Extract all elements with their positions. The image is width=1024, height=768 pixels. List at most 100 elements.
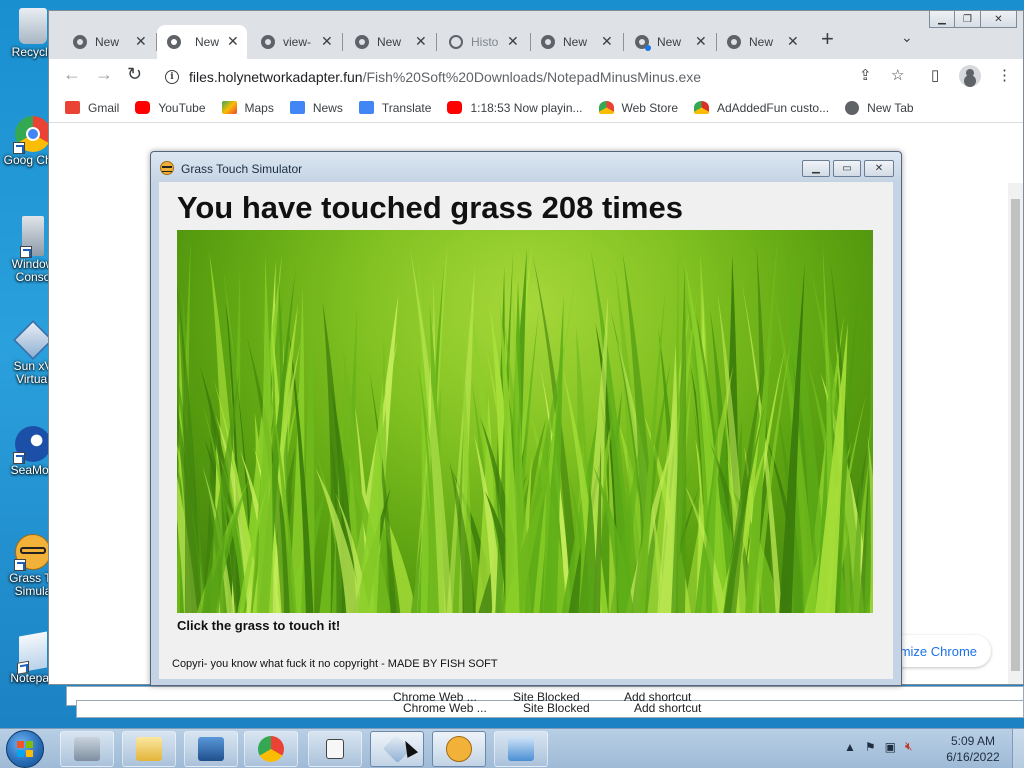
gmail-icon xyxy=(65,101,80,114)
tab-new-2[interactable]: New ✕ xyxy=(157,25,247,59)
taskbar-grass-touch-simulator[interactable] xyxy=(432,731,486,767)
volume-muted-icon[interactable]: 🔇︎ xyxy=(905,739,913,754)
tab-title: New xyxy=(377,35,402,49)
reload-icon[interactable]: ↻ xyxy=(127,64,142,85)
action-center-flag-icon[interactable]: ⚑ xyxy=(865,740,876,754)
shortcut-site-blocked[interactable]: Site Blocked xyxy=(513,690,580,704)
desktop-icon-label: Sun xV Virtual xyxy=(13,359,53,386)
notepad-icon xyxy=(17,631,47,675)
tab-close-icon[interactable]: ✕ xyxy=(601,33,613,50)
scrollbar-thumb[interactable] xyxy=(1011,199,1020,671)
tab-close-icon[interactable]: ✕ xyxy=(695,33,707,50)
side-panel-icon[interactable]: ▯ xyxy=(931,66,939,84)
chrome-icon xyxy=(13,116,51,154)
web-store-icon xyxy=(598,101,614,114)
tab-view-source[interactable]: view- ✕ xyxy=(261,25,339,59)
bookmark-maps[interactable]: Maps xyxy=(221,100,274,115)
show-hidden-icons-icon[interactable]: ▲ xyxy=(844,740,856,754)
computer-icon xyxy=(20,216,44,258)
bookmark-web-store[interactable]: Web Store xyxy=(598,101,678,115)
address-bar[interactable]: i files.holynetworkadapter.fun/Fish%20So… xyxy=(157,63,887,91)
youtube-icon xyxy=(135,101,151,114)
menu-kebab-icon[interactable]: ⋮ xyxy=(997,66,1012,84)
grass-blades-graphic xyxy=(177,236,873,613)
tab-search-chevron-icon[interactable]: ⌄ xyxy=(901,29,913,46)
minimize-button[interactable]: ▁ xyxy=(929,11,955,28)
bookmark-adaddedfun[interactable]: AdAddedFun custo... xyxy=(694,101,829,115)
tab-new-4[interactable]: New ✕ xyxy=(541,25,619,59)
close-window-button[interactable]: ✕ xyxy=(981,11,1017,28)
bookmark-star-icon[interactable]: ☆ xyxy=(891,66,904,84)
start-button[interactable] xyxy=(6,730,44,768)
bookmark-now-playing[interactable]: 1:18:53 Now playin... xyxy=(447,101,583,115)
globe-icon xyxy=(845,100,860,115)
tab-history[interactable]: Histo ✕ xyxy=(449,25,527,59)
client-area: You have touched grass 208 times Click t… xyxy=(159,182,893,679)
notification-dot xyxy=(645,45,651,51)
url-path: /Fish%20Soft%20Downloads/NotepadMinusMin… xyxy=(362,69,702,85)
bookmark-label: Gmail xyxy=(88,100,120,115)
back-arrow-icon[interactable]: ← xyxy=(63,64,81,85)
tab-close-icon[interactable]: ✕ xyxy=(507,33,519,50)
bookmark-gmail[interactable]: Gmail xyxy=(65,101,119,115)
bookmark-new-tab[interactable]: New Tab xyxy=(845,100,914,115)
youtube-icon xyxy=(447,101,463,114)
bookmark-news[interactable]: News xyxy=(289,101,343,115)
powershell-icon xyxy=(198,737,224,761)
taskbar-control-panel[interactable] xyxy=(494,731,548,767)
nerd-face-icon xyxy=(14,534,51,571)
bookmark-youtube[interactable]: YouTube xyxy=(135,100,206,115)
taskbar-server-manager[interactable] xyxy=(60,731,114,767)
window-title: Grass Touch Simulator xyxy=(181,162,303,176)
profile-avatar-icon[interactable] xyxy=(959,65,981,87)
tab-close-icon[interactable]: ✕ xyxy=(135,33,147,50)
tab-close-icon[interactable]: ✕ xyxy=(321,33,333,50)
restore-button[interactable]: ❐ xyxy=(955,11,981,28)
taskbar-explorer[interactable] xyxy=(122,731,176,767)
url-host: files.holynetworkadapter.fun xyxy=(189,69,363,85)
grass-image[interactable] xyxy=(177,230,873,613)
tab-title: Histo xyxy=(471,35,499,49)
tab-separator xyxy=(623,33,624,51)
history-icon xyxy=(449,35,463,49)
close-button[interactable]: ✕ xyxy=(864,160,894,177)
tab-title: view- xyxy=(283,35,312,49)
tab-close-icon[interactable]: ✕ xyxy=(227,33,239,50)
tab-close-icon[interactable]: ✕ xyxy=(415,33,427,50)
grass-touch-simulator-window: Grass Touch Simulator ▁ ▭ ✕ You have tou… xyxy=(150,151,902,686)
network-icon[interactable]: ▣ xyxy=(885,740,896,754)
toolbar: ← → ↻ i files.holynetworkadapter.fun/Fis… xyxy=(49,59,1023,93)
maps-icon xyxy=(221,101,237,114)
scrollbar[interactable] xyxy=(1008,183,1023,684)
tab-separator xyxy=(436,33,437,51)
minimize-button[interactable]: ▁ xyxy=(802,160,830,177)
forward-arrow-icon[interactable]: → xyxy=(95,64,113,85)
taskbar-chrome[interactable] xyxy=(244,731,298,767)
tab-new-5[interactable]: New ✕ xyxy=(635,25,713,59)
chrome-icon xyxy=(541,35,555,49)
share-icon[interactable]: ⇪ xyxy=(859,66,872,84)
bookmark-label: YouTube xyxy=(158,100,206,115)
show-desktop-button[interactable] xyxy=(1012,729,1024,768)
window-controls: ▁ ❐ ✕ xyxy=(929,11,1017,29)
recycle-bin-icon xyxy=(19,8,47,44)
add-shortcut-button[interactable]: Add shortcut xyxy=(624,690,691,704)
tab-new-3[interactable]: New ✕ xyxy=(355,25,433,59)
nerd-face-icon xyxy=(446,736,472,762)
tab-new-1[interactable]: New ✕ xyxy=(73,25,151,59)
shortcut-chrome-web-store[interactable]: Chrome Web ... xyxy=(393,690,477,704)
tab-close-icon[interactable]: ✕ xyxy=(787,33,799,50)
new-tab-button[interactable]: + xyxy=(821,26,834,52)
taskbar-folder[interactable] xyxy=(308,731,362,767)
bookmark-label: Maps xyxy=(244,100,274,115)
web-store-icon xyxy=(694,101,709,114)
taskbar-powershell[interactable] xyxy=(184,731,238,767)
maximize-button[interactable]: ▭ xyxy=(833,160,861,177)
clock[interactable]: 5:09 AM 6/16/2022 xyxy=(940,733,1006,765)
control-panel-icon xyxy=(508,737,534,761)
bookmark-translate[interactable]: Translate xyxy=(358,101,431,115)
title-bar[interactable]: Grass Touch Simulator ▁ ▭ ✕ xyxy=(151,152,901,182)
site-info-icon[interactable]: i xyxy=(165,70,179,84)
tab-new-6[interactable]: New ✕ xyxy=(727,25,805,59)
news-icon xyxy=(289,101,305,114)
